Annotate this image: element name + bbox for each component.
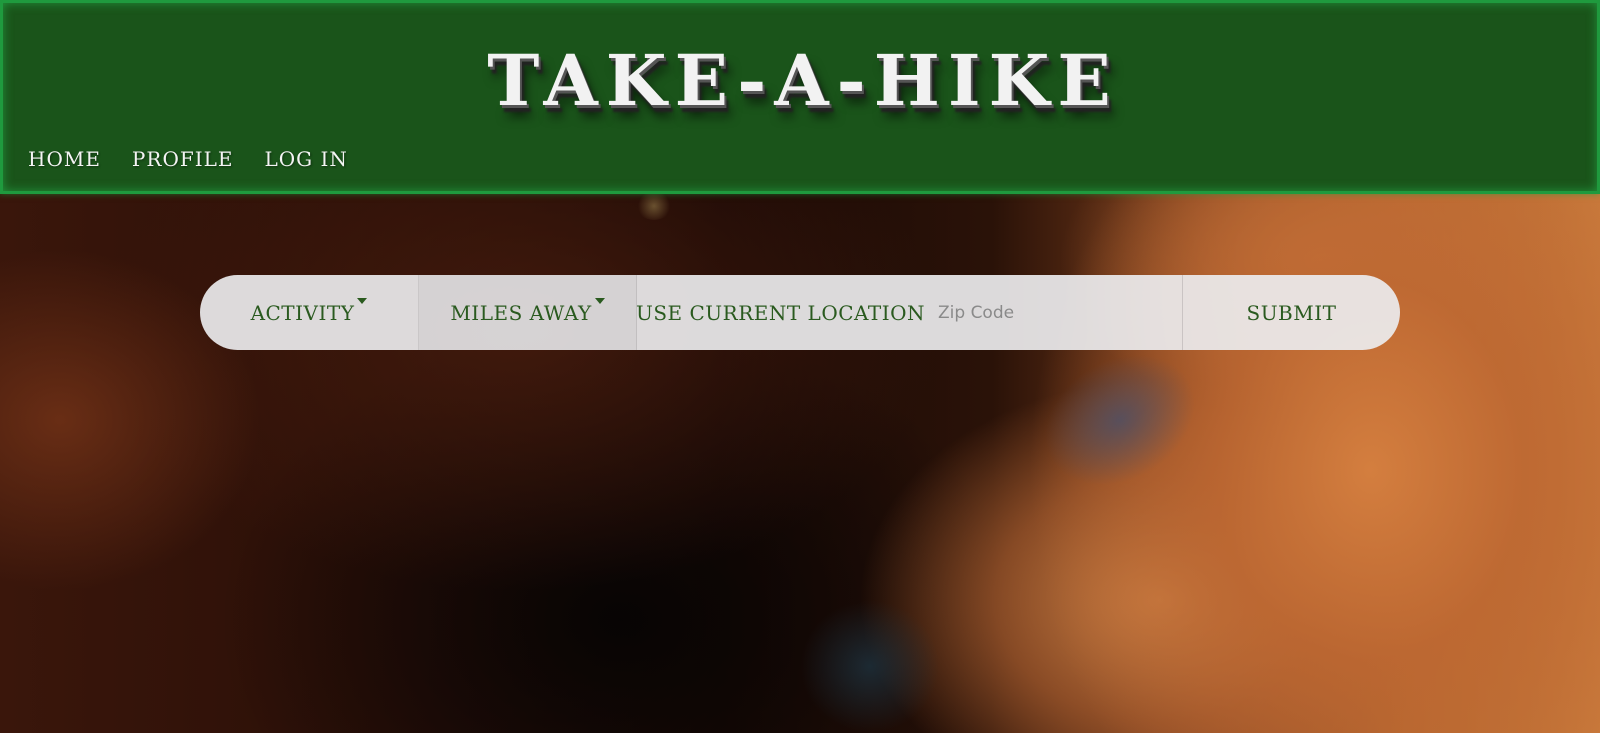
lens-flare — [636, 192, 672, 220]
zip-code-field — [924, 275, 1182, 350]
nav-home[interactable]: HOME — [21, 143, 108, 177]
caret-down-icon — [594, 297, 605, 304]
submit-button[interactable]: SUBMIT — [1182, 275, 1400, 350]
main-nav: HOME PROFILE LOG IN — [21, 143, 372, 177]
miles-away-dropdown-label: MILES AWAY — [450, 300, 592, 325]
search-bar: ACTIVITY MILES AWAY USE CURRENT LOCATION… — [200, 275, 1400, 350]
site-header: TAKE-A-HIKE HOME PROFILE LOG IN — [0, 0, 1600, 194]
activity-dropdown[interactable]: ACTIVITY — [200, 275, 418, 350]
site-title: TAKE-A-HIKE — [487, 39, 1119, 122]
use-current-location-label: USE CURRENT LOCATION — [635, 300, 926, 325]
river-shadow — [800, 600, 940, 733]
miles-away-dropdown[interactable]: MILES AWAY — [418, 275, 636, 350]
activity-dropdown-label: ACTIVITY — [250, 300, 355, 325]
use-current-location-button[interactable]: USE CURRENT LOCATION — [635, 275, 926, 350]
nav-profile[interactable]: PROFILE — [125, 143, 241, 177]
caret-down-icon — [357, 297, 368, 304]
zip-code-input[interactable] — [938, 292, 1178, 333]
submit-button-label: SUBMIT — [1246, 300, 1337, 325]
nav-log-in[interactable]: LOG IN — [258, 143, 355, 177]
